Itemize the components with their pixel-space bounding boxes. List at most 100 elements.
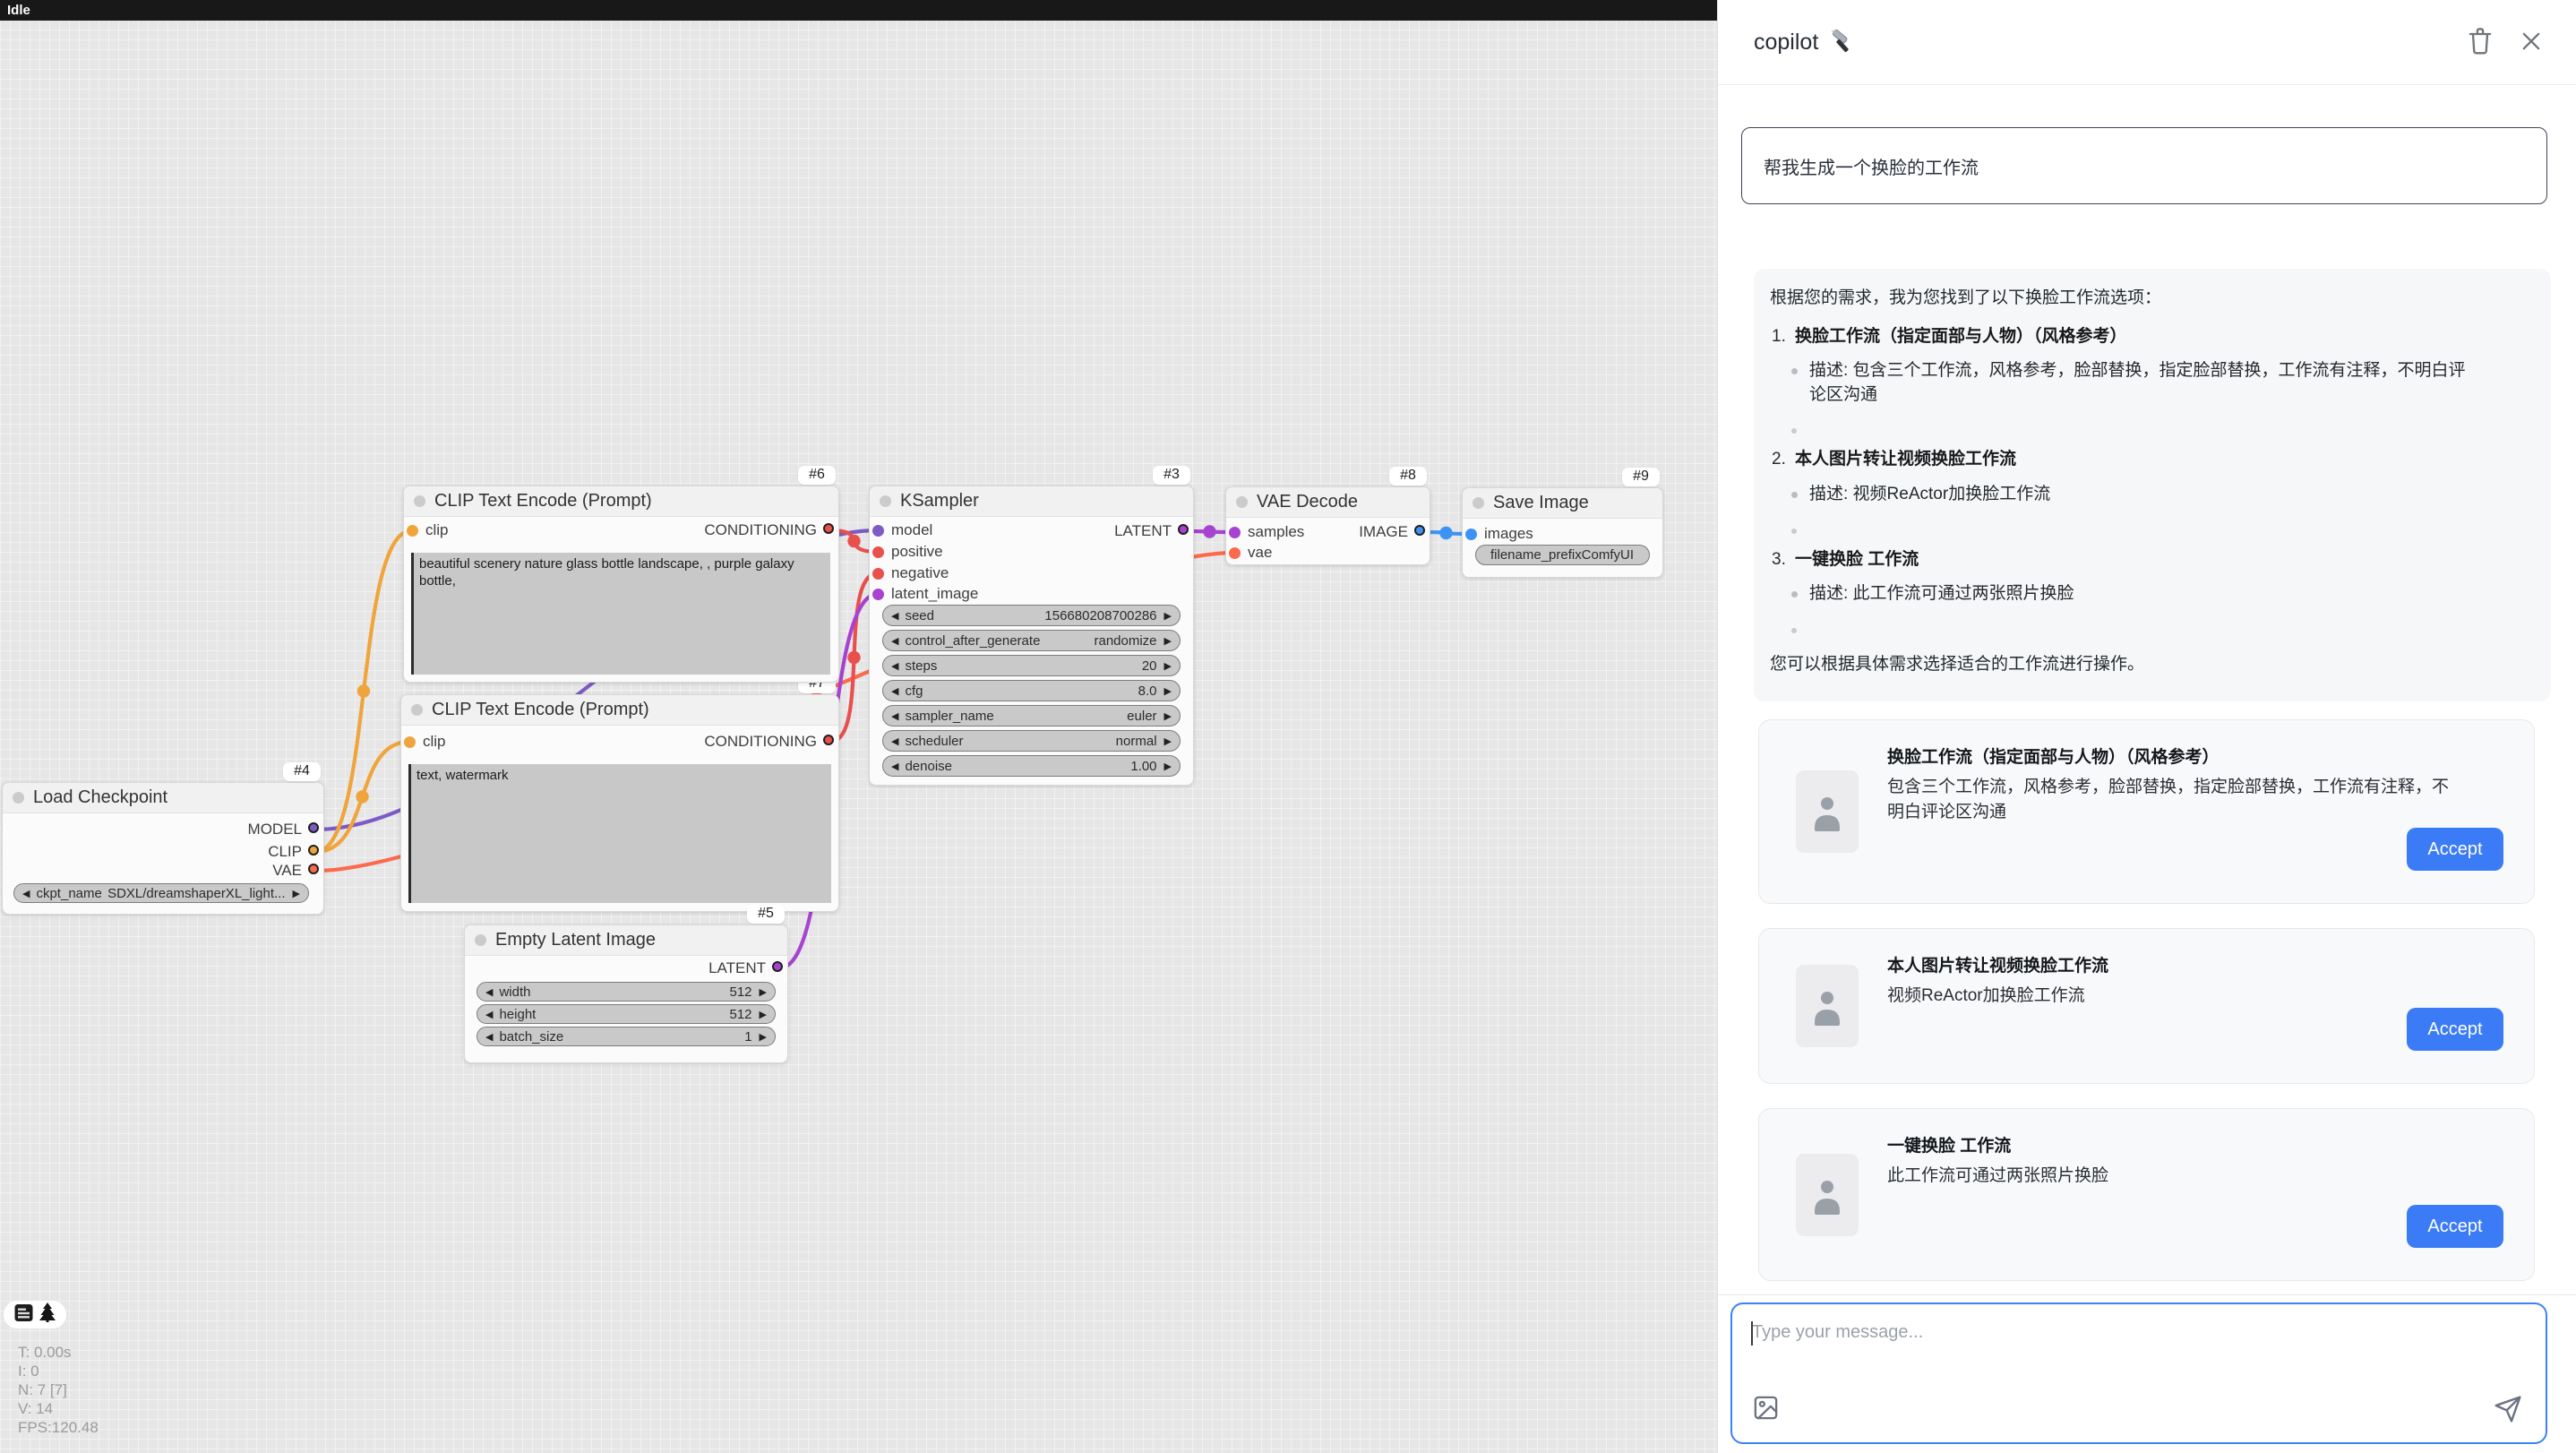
widget-cfg[interactable]: ◀cfg8.0▶ [882, 680, 1181, 701]
output-port-clip[interactable] [308, 845, 319, 855]
close-panel-button[interactable] [2513, 23, 2549, 62]
link-midpoint-dot[interactable] [847, 535, 860, 547]
increment-arrow-icon[interactable]: ▶ [1164, 635, 1172, 647]
composer-area [1718, 1294, 2576, 1453]
tree-icon[interactable] [39, 1303, 56, 1327]
output-port-latent[interactable] [1178, 524, 1189, 535]
increment-arrow-icon[interactable]: ▶ [760, 1031, 767, 1043]
user-message: 帮我生成一个换脸的工作流 [1741, 127, 2547, 204]
collapse-dot-icon[interactable] [475, 934, 486, 946]
prompt-textarea[interactable]: text, watermark [408, 764, 831, 903]
node-title-bar[interactable]: VAE Decode [1226, 487, 1430, 518]
increment-arrow-icon[interactable]: ▶ [1164, 735, 1172, 747]
node-title-bar[interactable]: Save Image [1463, 488, 1662, 519]
collapse-dot-icon[interactable] [1473, 497, 1484, 509]
output-port-label: VAE [2, 862, 302, 880]
widget-height[interactable]: ◀height512▶ [477, 1004, 776, 1024]
accept-button[interactable]: Accept [2407, 1008, 2503, 1051]
increment-arrow-icon[interactable]: ▶ [1164, 710, 1172, 722]
node-graph-canvas[interactable]: #4Load CheckpointMODELCLIPVAE◀ckpt_nameS… [0, 0, 1717, 1453]
increment-arrow-icon[interactable]: ▶ [760, 986, 767, 998]
link-midpoint-dot[interactable] [357, 684, 370, 697]
collapse-dot-icon[interactable] [1236, 496, 1248, 508]
link-midpoint-dot[interactable] [1439, 527, 1452, 539]
widget-filename-prefix[interactable]: filename_prefixComfyUI [1475, 545, 1650, 565]
node-title-bar[interactable]: CLIP Text Encode (Prompt) [404, 486, 838, 517]
output-port-model[interactable] [308, 822, 319, 833]
increment-arrow-icon[interactable]: ▶ [1164, 685, 1172, 697]
widget-name: batch_size [499, 1029, 563, 1045]
stat-line: T: 0.00s [18, 1343, 99, 1362]
output-port-vae[interactable] [308, 864, 319, 874]
log-icon[interactable] [14, 1303, 33, 1327]
decrement-arrow-icon[interactable]: ◀ [891, 660, 898, 672]
decrement-arrow-icon[interactable]: ◀ [891, 761, 898, 772]
increment-arrow-icon[interactable]: ▶ [1164, 761, 1172, 772]
decrement-arrow-icon[interactable]: ◀ [22, 888, 30, 899]
send-icon [2494, 1395, 2522, 1423]
link-midpoint-dot[interactable] [847, 651, 860, 664]
decrement-arrow-icon[interactable]: ◀ [485, 1031, 493, 1043]
input-port-latent-image[interactable] [872, 589, 884, 600]
widget-control-after-generate[interactable]: ◀control_after_generaterandomize▶ [882, 630, 1181, 651]
attach-image-button[interactable] [1752, 1394, 1780, 1424]
decrement-arrow-icon[interactable]: ◀ [485, 986, 493, 998]
widget-denoise[interactable]: ◀denoise1.00▶ [882, 755, 1181, 777]
output-port-conditioning[interactable] [823, 735, 834, 745]
collapse-dot-icon[interactable] [13, 792, 24, 804]
widget-ckpt-name[interactable]: ◀ckpt_nameSDXL/dreamshaperXL_light...▶ [13, 883, 309, 903]
link-midpoint-dot[interactable] [356, 790, 368, 803]
accept-button[interactable]: Accept [2407, 1205, 2503, 1248]
decrement-arrow-icon[interactable]: ◀ [485, 1009, 493, 1020]
node-badge: #5 [747, 905, 785, 924]
decrement-arrow-icon[interactable]: ◀ [891, 685, 898, 697]
input-port-negative[interactable] [872, 568, 884, 580]
panel-title: copilot [1754, 30, 1818, 56]
input-port-vae[interactable] [1229, 547, 1241, 559]
output-port-image[interactable] [1414, 525, 1425, 536]
increment-arrow-icon[interactable]: ▶ [293, 888, 300, 899]
widget-value: 512 [730, 984, 752, 1000]
node-title-bar[interactable]: Load Checkpoint [3, 783, 323, 813]
widget-scheduler[interactable]: ◀schedulernormal▶ [882, 730, 1181, 752]
card-title: 一键换脸 工作流 [1887, 1132, 2462, 1156]
widget-steps[interactable]: ◀steps20▶ [882, 655, 1181, 676]
message-input-box[interactable] [1730, 1303, 2547, 1444]
text-caret [1751, 1321, 1753, 1346]
widget-name: scheduler [905, 734, 963, 749]
image-icon [1752, 1394, 1780, 1422]
clear-chat-button[interactable] [2461, 21, 2499, 64]
message-input[interactable] [1732, 1304, 2546, 1442]
prompt-textarea[interactable]: beautiful scenery nature glass bottle la… [411, 553, 830, 675]
accept-button[interactable]: Accept [2407, 828, 2503, 871]
node-title-bar[interactable]: CLIP Text Encode (Prompt) [401, 695, 838, 726]
stat-line: V: 14 [18, 1399, 99, 1418]
increment-arrow-icon[interactable]: ▶ [1164, 660, 1172, 672]
canvas-menu-pill[interactable] [4, 1301, 66, 1328]
widget-name: steps [905, 658, 937, 674]
output-port-latent[interactable] [772, 961, 783, 972]
decrement-arrow-icon[interactable]: ◀ [891, 635, 898, 647]
collapse-dot-icon[interactable] [880, 495, 891, 507]
node-title-bar[interactable]: Empty Latent Image [465, 925, 787, 956]
chat-scroll-area[interactable]: 帮我生成一个换脸的工作流 根据您的需求，我为您找到了以下换脸工作流选项：1.换脸… [1718, 86, 2576, 1294]
widget-sampler-name[interactable]: ◀sampler_nameeuler▶ [882, 705, 1181, 726]
decrement-arrow-icon[interactable]: ◀ [891, 610, 898, 622]
link-midpoint-dot[interactable] [1203, 525, 1215, 537]
input-port-images[interactable] [1465, 529, 1477, 540]
send-message-button[interactable] [2494, 1395, 2522, 1426]
collapse-dot-icon[interactable] [414, 495, 425, 507]
decrement-arrow-icon[interactable]: ◀ [891, 735, 898, 747]
widget-batch-size[interactable]: ◀batch_size1▶ [477, 1027, 776, 1046]
increment-arrow-icon[interactable]: ▶ [1164, 610, 1172, 622]
collapse-dot-icon[interactable] [411, 704, 423, 716]
output-port-label: LATENT [869, 522, 1172, 540]
node-title-bar[interactable]: KSampler [870, 486, 1193, 517]
widget-name: height [499, 1007, 536, 1022]
decrement-arrow-icon[interactable]: ◀ [891, 710, 898, 722]
increment-arrow-icon[interactable]: ▶ [760, 1009, 767, 1020]
output-port-conditioning[interactable] [823, 523, 834, 534]
widget-width[interactable]: ◀width512▶ [477, 982, 776, 1002]
input-port-positive[interactable] [872, 546, 884, 558]
widget-seed[interactable]: ◀seed156680208700286▶ [882, 605, 1181, 626]
